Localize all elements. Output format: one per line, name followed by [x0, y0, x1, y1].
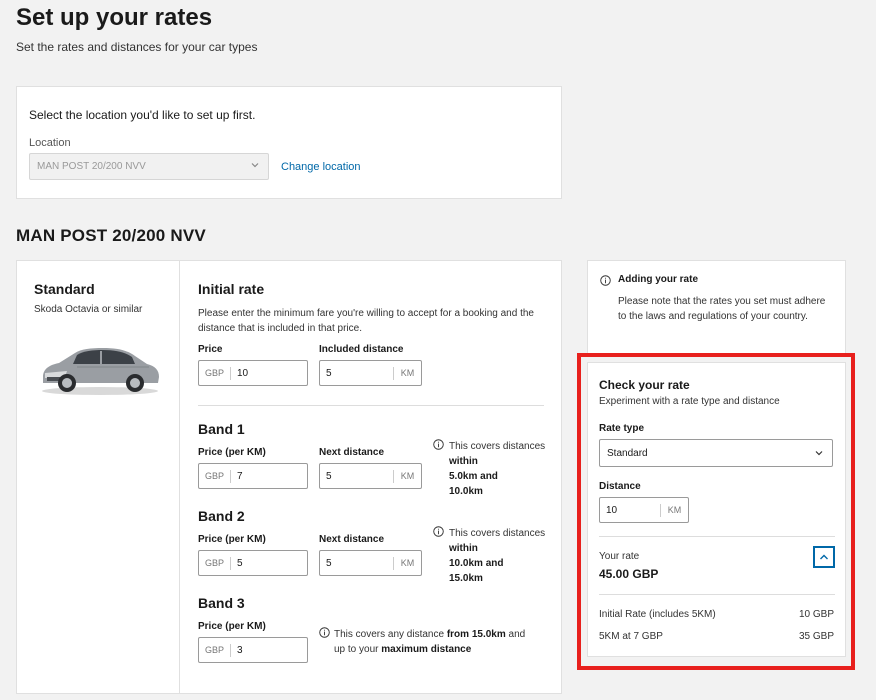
distance-unit-suffix: KM	[660, 504, 688, 517]
location-card: Select the location you'd like to set up…	[16, 86, 562, 199]
band-2-price-label: Price (per KM)	[198, 534, 266, 545]
band-1-title: Band 1	[198, 421, 245, 437]
band-2-price-value: 5	[237, 558, 243, 569]
currency-prefix: GBP	[199, 470, 231, 483]
divider	[599, 536, 835, 537]
breakdown-amount: 10 GBP	[798, 609, 834, 620]
car-type-name: Standard	[34, 281, 95, 297]
location-prompt: Select the location you'd like to set up…	[29, 108, 256, 122]
band-3-price-value: 3	[237, 645, 243, 656]
change-location-link[interactable]: Change location	[281, 161, 361, 173]
info-icon	[319, 627, 330, 638]
check-rate-card: Check your rate Experiment with a rate t…	[587, 362, 846, 657]
band-1-note: This covers distances within 5.0km and 10.…	[449, 441, 546, 497]
rate-type-value: Standard	[607, 448, 648, 459]
distance-unit-suffix: KM	[393, 367, 421, 380]
info-icon	[433, 439, 444, 450]
included-distance-label: Included distance	[319, 344, 404, 355]
band-2-price-input[interactable]: GBP 5	[198, 550, 308, 576]
band-1-price-value: 7	[237, 471, 243, 482]
band-1-price-input[interactable]: GBP 7	[198, 463, 308, 489]
breakdown-label: 5KM at 7 GBP	[599, 631, 663, 642]
initial-price-value: 10	[237, 368, 249, 379]
car-image	[42, 348, 159, 395]
page-subtitle: Set the rates and distances for your car…	[16, 40, 258, 54]
breakdown-label: Initial Rate (includes 5KM)	[599, 609, 716, 620]
check-distance-input[interactable]: 10 KM	[599, 497, 689, 523]
location-select[interactable]: MAN POST 20/200 NVV	[29, 153, 269, 180]
chevron-up-icon	[820, 554, 828, 560]
band-1-distance-input[interactable]: 5 KM	[319, 463, 422, 489]
divider	[599, 594, 835, 595]
section-title: MAN POST 20/200 NVV	[16, 226, 206, 245]
included-distance-value: 5	[326, 368, 332, 379]
breakdown-row: 5KM at 7 GBP 35 GBP	[599, 631, 834, 642]
initial-rate-title: Initial rate	[198, 281, 265, 297]
chevron-down-icon	[251, 163, 259, 168]
your-rate-value: 45.00 GBP	[599, 567, 659, 581]
band-2-distance-input[interactable]: 5 KM	[319, 550, 422, 576]
distance-unit-suffix: KM	[393, 557, 421, 570]
initial-rate-description: Please enter the minimum fare you're wil…	[198, 308, 534, 334]
rate-type-label: Rate type	[599, 423, 645, 434]
car-column: Standard Skoda Octavia or similar	[17, 261, 180, 693]
chevron-down-icon	[815, 451, 823, 456]
band-3-price-label: Price (per KM)	[198, 621, 266, 632]
your-rate-label: Your rate	[599, 551, 640, 562]
currency-prefix: GBP	[199, 644, 231, 657]
band-1-distance-label: Next distance	[319, 447, 385, 458]
band-3-title: Band 3	[198, 595, 245, 611]
page-title: Set up your rates	[16, 4, 213, 31]
car-model: Skoda Octavia or similar	[34, 304, 143, 315]
band-2-distance-value: 5	[326, 558, 332, 569]
band-3-note: This covers any distance from 15.0km and…	[334, 629, 526, 655]
distance-unit-suffix: KM	[393, 470, 421, 483]
info-panel-title: Adding your rate	[618, 274, 699, 285]
check-rate-title: Check your rate	[599, 378, 690, 392]
currency-prefix: GBP	[199, 367, 231, 380]
currency-prefix: GBP	[199, 557, 231, 570]
adding-rate-info-panel: Adding your rate Please note that the ra…	[587, 260, 846, 354]
distance-label: Distance	[599, 481, 641, 492]
breakdown-amount: 35 GBP	[798, 631, 834, 642]
info-icon	[433, 526, 444, 537]
band-1-distance-value: 5	[326, 471, 332, 482]
divider	[198, 405, 544, 406]
info-panel-text: Please note that the rates you set must …	[618, 296, 826, 322]
band-2-title: Band 2	[198, 508, 245, 524]
check-rate-subtitle: Experiment with a rate type and distance	[599, 396, 780, 407]
location-select-value: MAN POST 20/200 NVV	[37, 161, 146, 172]
initial-price-input[interactable]: GBP 10	[198, 360, 308, 386]
included-distance-input[interactable]: 5 KM	[319, 360, 422, 386]
initial-price-label: Price	[198, 344, 223, 355]
info-icon	[600, 275, 611, 286]
band-2-note: This covers distances within 10.0km and 15…	[449, 528, 546, 584]
band-3-price-input[interactable]: GBP 3	[198, 637, 308, 663]
band-1-price-label: Price (per KM)	[198, 447, 266, 458]
breakdown-row: Initial Rate (includes 5KM) 10 GBP	[599, 609, 834, 620]
rate-type-select[interactable]: Standard	[599, 439, 833, 467]
collapse-breakdown-button[interactable]	[813, 546, 835, 568]
location-label: Location	[29, 137, 71, 149]
rates-card: Standard Skoda Octavia or similar Initia…	[16, 260, 562, 694]
check-distance-value: 10	[606, 505, 618, 516]
band-2-distance-label: Next distance	[319, 534, 385, 545]
